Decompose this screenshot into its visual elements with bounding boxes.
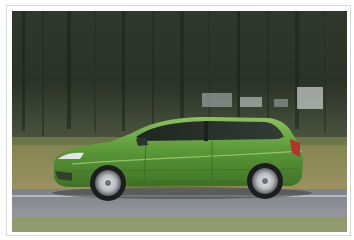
rear-wheel	[247, 163, 283, 199]
front-wheel	[90, 165, 126, 201]
car-photo	[12, 11, 347, 232]
photo-border	[6, 5, 351, 236]
foreground-grass	[12, 217, 347, 232]
photo-frame	[0, 0, 354, 240]
